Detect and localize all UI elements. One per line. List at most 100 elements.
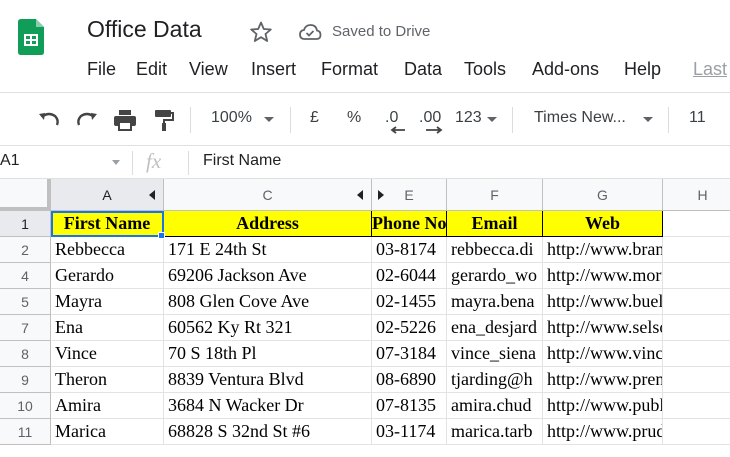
data-cell[interactable]: 60562 Ky Rt 321	[164, 315, 372, 341]
data-cell[interactable]: rebbecca.di	[447, 237, 543, 263]
row-header[interactable]: 10	[0, 393, 51, 419]
data-cell[interactable]: tjarding@h	[447, 367, 543, 393]
name-box-caret-icon[interactable]	[112, 160, 120, 165]
data-cell[interactable]: Ena	[51, 315, 164, 341]
print-icon[interactable]	[112, 107, 138, 133]
header-cell[interactable]: Web	[543, 211, 663, 237]
document-title[interactable]: Office Data	[87, 16, 202, 43]
star-icon[interactable]	[249, 20, 273, 44]
data-cell[interactable]: amira.chud	[447, 393, 543, 419]
unhide-left-arrow-icon[interactable]	[149, 190, 155, 200]
data-cell[interactable]: 07-8135	[372, 393, 447, 419]
data-cell[interactable]: 02-1455	[372, 289, 447, 315]
data-cell[interactable]: 07-3184	[372, 341, 447, 367]
currency-format-button[interactable]: £	[310, 109, 319, 127]
data-cell[interactable]: 08-6890	[372, 367, 447, 393]
cloud-saved-icon[interactable]	[298, 21, 322, 43]
last-edit-link[interactable]: Last	[693, 59, 727, 80]
select-all-corner[interactable]	[0, 179, 51, 211]
font-family-caret-icon[interactable]	[643, 117, 653, 122]
data-cell[interactable]: Gerardo	[51, 263, 164, 289]
menu-format[interactable]: Format	[321, 59, 378, 80]
more-formats-caret-icon[interactable]	[487, 117, 497, 122]
row-header[interactable]: 4	[0, 263, 51, 289]
column-header-f[interactable]: F	[447, 179, 543, 211]
menu-help[interactable]: Help	[624, 59, 661, 80]
menu-insert[interactable]: Insert	[251, 59, 296, 80]
data-cell[interactable]: Rebbecca	[51, 237, 164, 263]
data-cell[interactable]: 02-6044	[372, 263, 447, 289]
percent-format-button[interactable]: %	[347, 109, 361, 127]
column-header-c[interactable]: C	[164, 179, 372, 211]
menu-tools[interactable]: Tools	[464, 59, 506, 80]
formula-input[interactable]: First Name	[203, 152, 281, 170]
data-cell[interactable]: http://www.prudentiall	[543, 419, 663, 445]
data-cell[interactable]: 70 S 18th Pl	[164, 341, 372, 367]
row-header[interactable]: 11	[0, 419, 51, 445]
data-cell[interactable]: Amira	[51, 393, 164, 419]
column-header-h[interactable]: H	[663, 179, 730, 211]
header-cell[interactable]: Phone No	[372, 211, 447, 237]
data-cell[interactable]: 69206 Jackson Ave	[164, 263, 372, 289]
column-header-a[interactable]: A	[51, 179, 164, 211]
data-cell[interactable]: 68828 S 32nd St #6	[164, 419, 372, 445]
undo-icon[interactable]	[36, 107, 62, 133]
data-cell[interactable]: 8839 Ventura Blvd	[164, 367, 372, 393]
unhide-right-arrow-icon[interactable]	[378, 190, 384, 200]
data-cell[interactable]: Vince	[51, 341, 164, 367]
data-cell[interactable]: http://www.bueltdavid	[543, 289, 663, 315]
name-box[interactable]: A1	[0, 152, 20, 170]
header-cell[interactable]: First Name	[51, 211, 164, 237]
data-cell[interactable]	[663, 315, 730, 341]
unhide-left-arrow-icon[interactable]	[357, 190, 363, 200]
fill-handle[interactable]	[158, 232, 165, 239]
data-cell[interactable]: gerardo_wo	[447, 263, 543, 289]
menu-view[interactable]: View	[189, 59, 228, 80]
redo-icon[interactable]	[74, 107, 100, 133]
data-cell[interactable]: http://www.prentisspau	[543, 367, 663, 393]
data-cell[interactable]: 03-1174	[372, 419, 447, 445]
zoom-select[interactable]: 100%	[211, 109, 252, 127]
data-cell[interactable]: 3684 N Wacker Dr	[164, 393, 372, 419]
data-cell[interactable]: 03-8174	[372, 237, 447, 263]
save-status[interactable]: Saved to Drive	[332, 23, 430, 40]
sheets-logo-icon[interactable]	[18, 19, 44, 55]
data-cell[interactable]: ena_desjard	[447, 315, 543, 341]
font-family-select[interactable]: Times New...	[534, 109, 626, 127]
data-cell[interactable]: http://www.publicwork	[543, 393, 663, 419]
header-cell[interactable]: Email	[447, 211, 543, 237]
data-cell[interactable]: http://www.vincentjpet	[543, 341, 663, 367]
data-cell[interactable]: 02-5226	[372, 315, 447, 341]
menu-file[interactable]: File	[87, 59, 116, 80]
paint-format-icon[interactable]	[151, 107, 177, 133]
data-cell[interactable]: http://www.morrisdow	[543, 263, 663, 289]
row-header[interactable]: 9	[0, 367, 51, 393]
data-cell[interactable]	[663, 419, 730, 445]
data-cell[interactable]: vince_siena	[447, 341, 543, 367]
data-cell[interactable]: Theron	[51, 367, 164, 393]
data-cell[interactable]	[663, 367, 730, 393]
zoom-caret-icon[interactable]	[264, 117, 274, 122]
data-cell[interactable]	[663, 341, 730, 367]
data-cell[interactable]: http://www.selsorrober	[543, 315, 663, 341]
menu-data[interactable]: Data	[404, 59, 442, 80]
row-header[interactable]: 5	[0, 289, 51, 315]
font-size-input[interactable]: 11	[689, 109, 706, 127]
row-header[interactable]: 8	[0, 341, 51, 367]
menu-addons[interactable]: Add-ons	[532, 59, 599, 80]
header-cell[interactable]: Address	[164, 211, 372, 237]
data-cell[interactable]	[663, 289, 730, 315]
column-header-g[interactable]: G	[543, 179, 663, 211]
data-cell[interactable]: 171 E 24th St	[164, 237, 372, 263]
spreadsheet-grid[interactable]: A C E F G H 1 First Name Address Phone No Em…	[0, 179, 730, 457]
data-cell[interactable]: Mayra	[51, 289, 164, 315]
data-cell[interactable]: marica.tarb	[447, 419, 543, 445]
row-header[interactable]: 1	[0, 211, 51, 237]
data-cell[interactable]	[663, 263, 730, 289]
data-cell[interactable]: Marica	[51, 419, 164, 445]
data-cell[interactable]	[663, 237, 730, 263]
more-formats-button[interactable]: 123	[455, 109, 482, 127]
header-cell[interactable]	[663, 211, 730, 237]
row-header[interactable]: 7	[0, 315, 51, 341]
menu-edit[interactable]: Edit	[136, 59, 167, 80]
